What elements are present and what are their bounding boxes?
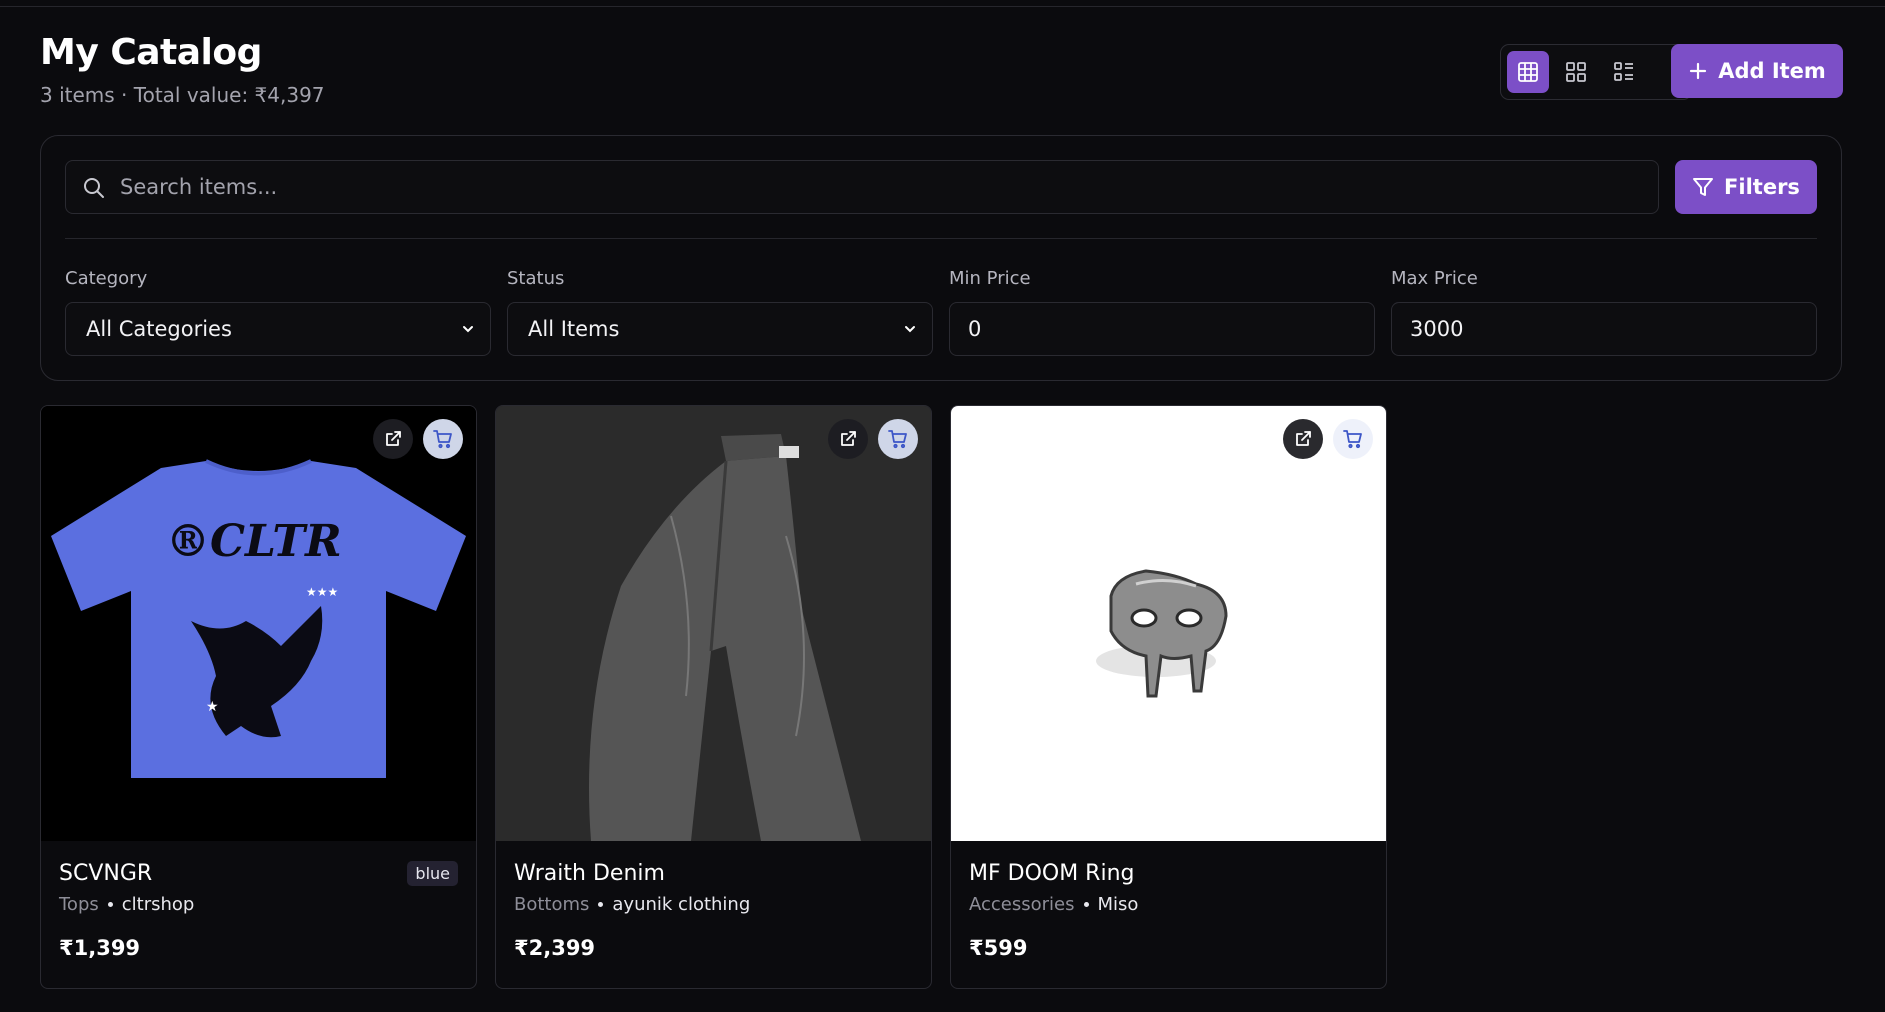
item-category: Bottoms (514, 894, 590, 915)
plus-icon (1690, 62, 1707, 80)
min-price-label: Min Price (949, 268, 1031, 289)
open-link-button[interactable] (828, 419, 868, 459)
external-link-icon (386, 431, 401, 446)
min-price-input[interactable]: 0 (949, 302, 1375, 356)
catalog-summary: 3 items · Total value: ₹4,397 (40, 83, 325, 107)
view-mode-toggle (1500, 44, 1692, 100)
search-box (65, 160, 1659, 214)
cart-icon (1343, 430, 1362, 449)
filter-icon (1693, 178, 1714, 196)
item-store: ayunik clothing (612, 894, 751, 915)
cart-icon (433, 430, 452, 449)
cart-icon (888, 430, 907, 449)
min-price-field: Min Price 0 (949, 268, 1375, 356)
chevron-down-icon (905, 326, 915, 333)
item-price: ₹599 (969, 936, 1028, 960)
denim-image (496, 406, 931, 841)
card-body: MF DOOM Ring Accessories Miso ₹599 (969, 861, 1369, 960)
item-card[interactable]: ®CLTR ★★★ ★ SCVNGR Tops cltrshop ₹1,399 … (40, 405, 477, 989)
external-link-icon (1296, 431, 1311, 446)
item-image (951, 406, 1386, 841)
open-link-button[interactable] (1283, 419, 1323, 459)
external-link-icon (841, 431, 856, 446)
item-category: Accessories (969, 894, 1075, 915)
status-value: All Items (528, 317, 620, 341)
category-value: All Categories (86, 317, 232, 341)
table-grid-icon (1518, 62, 1538, 82)
grid-view-button[interactable] (1555, 51, 1597, 93)
category-field: Category All Categories (65, 268, 491, 356)
item-price: ₹2,399 (514, 936, 596, 960)
item-price: ₹1,399 (59, 936, 141, 960)
add-item-button[interactable]: Add Item (1671, 44, 1843, 98)
item-store: Miso (1097, 894, 1139, 915)
category-label: Category (65, 268, 148, 289)
tshirt-image: ®CLTR ★★★ ★ (51, 459, 466, 778)
max-price-input[interactable]: 3000 (1391, 302, 1817, 356)
separator-dot (107, 902, 113, 907)
max-price-label: Max Price (1391, 268, 1478, 289)
item-card[interactable]: MF DOOM Ring Accessories Miso ₹599 (950, 405, 1387, 989)
list-view-button[interactable] (1603, 51, 1645, 93)
max-price-value: 3000 (1410, 317, 1464, 341)
status-field: Status All Items (507, 268, 933, 356)
separator-dot (598, 902, 604, 907)
cart-button[interactable] (1333, 419, 1373, 459)
card-actions (828, 419, 918, 459)
cart-button[interactable] (423, 419, 463, 459)
svg-text:®CLTR: ®CLTR (166, 516, 342, 567)
item-tag-badge: blue (407, 861, 458, 886)
catalog-grid: ®CLTR ★★★ ★ SCVNGR Tops cltrshop ₹1,399 … (40, 405, 1842, 990)
item-image: ®CLTR ★★★ ★ (41, 406, 476, 841)
page-title: My Catalog (40, 32, 262, 73)
grid-icon (1566, 62, 1586, 82)
item-name: Wraith Denim (514, 861, 665, 886)
cart-button[interactable] (878, 419, 918, 459)
filters-button[interactable]: Filters (1675, 160, 1817, 214)
item-meta: Bottoms ayunik clothing (514, 894, 914, 915)
status-label: Status (507, 268, 565, 289)
search-input[interactable] (120, 161, 1640, 213)
svg-text:★★★: ★★★ (306, 585, 338, 599)
category-select[interactable]: All Categories (65, 302, 491, 356)
top-border (0, 0, 1885, 7)
min-price-value: 0 (968, 317, 982, 341)
divider (65, 238, 1817, 239)
item-card[interactable]: Wraith Denim Bottoms ayunik clothing ₹2,… (495, 405, 932, 989)
item-meta: Tops cltrshop (59, 894, 459, 915)
filters-label: Filters (1724, 175, 1800, 199)
separator-dot (1083, 902, 1089, 907)
card-actions (373, 419, 463, 459)
chevron-down-icon (463, 326, 473, 333)
page-header: My Catalog 3 items · Total value: ₹4,397 (40, 30, 1843, 110)
item-store: cltrshop (121, 894, 195, 915)
card-body: SCVNGR Tops cltrshop ₹1,399 (59, 861, 459, 960)
card-actions (1283, 419, 1373, 459)
list-icon (1614, 62, 1633, 81)
card-body: Wraith Denim Bottoms ayunik clothing ₹2,… (514, 861, 914, 960)
search-icon (82, 176, 106, 200)
open-link-button[interactable] (373, 419, 413, 459)
table-view-button[interactable] (1507, 51, 1549, 93)
item-image (496, 406, 931, 841)
ring-image (1096, 569, 1228, 698)
max-price-field: Max Price 3000 (1391, 268, 1817, 356)
svg-text:★: ★ (206, 699, 219, 715)
status-select[interactable]: All Items (507, 302, 933, 356)
add-item-label: Add Item (1718, 59, 1826, 83)
item-category: Tops (59, 894, 99, 915)
filter-panel: Filters Category All Categories Status A… (40, 135, 1842, 381)
item-name: MF DOOM Ring (969, 861, 1135, 886)
item-name: SCVNGR (59, 861, 153, 886)
item-meta: Accessories Miso (969, 894, 1369, 915)
